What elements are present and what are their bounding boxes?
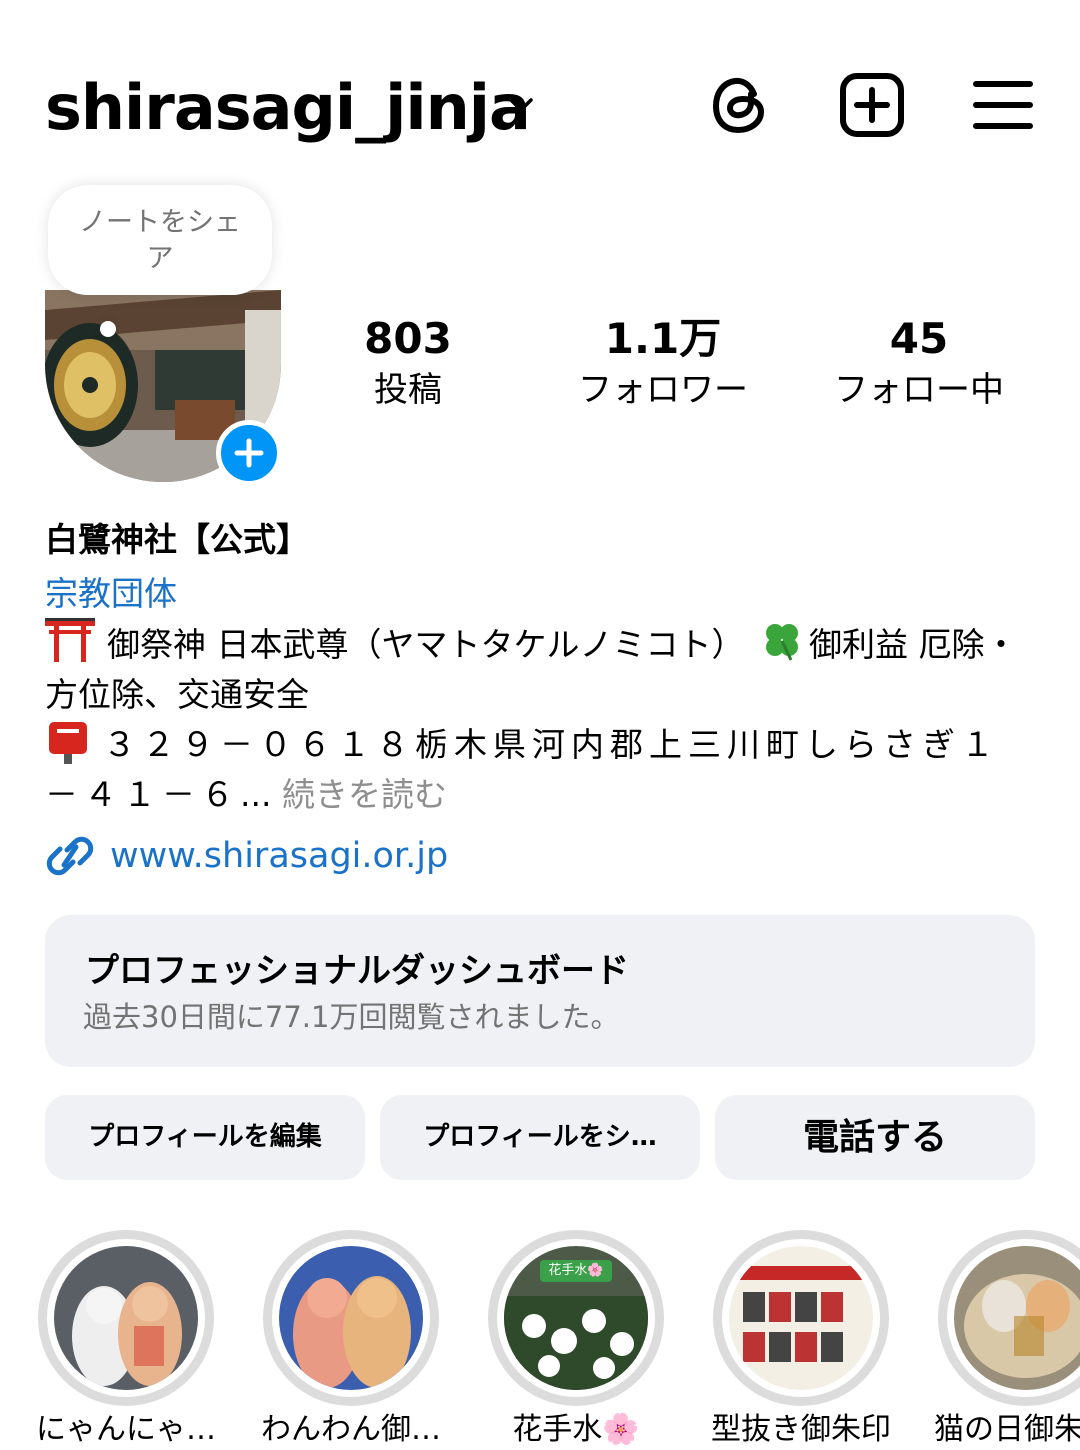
following-count[interactable]: 45 フォロー中: [809, 310, 1029, 412]
followers-label: フォロワー: [578, 370, 748, 410]
highlight-item[interactable]: [38, 1230, 214, 1406]
profile-username[interactable]: shirasagi_jinja: [45, 70, 531, 146]
highlight-cover: [279, 1246, 423, 1390]
posts-label: 投稿: [374, 370, 442, 410]
share-profile-button[interactable]: プロフィールをシ…: [380, 1095, 700, 1180]
read-more-link[interactable]: 続きを読む: [282, 775, 447, 814]
highlight-item[interactable]: [713, 1230, 889, 1406]
highlight-item[interactable]: [938, 1230, 1080, 1406]
dashboard-title: プロフェッショナルダッシュボード: [85, 951, 629, 991]
highlight-cover: [729, 1246, 873, 1390]
highlight-badge: 花手水🌸: [548, 1263, 604, 1278]
plus-icon: [234, 438, 264, 468]
dashboard-subtitle: 過去30日間に77.1万回閲覧されました。: [83, 1000, 620, 1034]
highlight-cover: [954, 1246, 1080, 1390]
link-icon: [46, 836, 94, 876]
highlight-label: 猫の日御朱: [934, 1412, 1080, 1447]
highlight-label: 花手水🌸: [512, 1412, 640, 1447]
bio-ellipsis: ...: [240, 775, 272, 814]
website-url[interactable]: www.shirasagi.or.jp: [110, 828, 448, 884]
highlight-item[interactable]: 花手水🌸: [488, 1230, 664, 1406]
create-post-icon[interactable]: [839, 72, 905, 138]
menu-icon[interactable]: [970, 72, 1036, 138]
highlight-cover: [54, 1246, 198, 1390]
posts-count[interactable]: 803 投稿: [298, 310, 518, 412]
threads-icon[interactable]: [707, 72, 773, 138]
chevron-down-icon[interactable]: [506, 90, 536, 120]
highlight-cover: 花手水🌸: [504, 1246, 648, 1390]
display-name: 白鷺神社【公式】: [45, 520, 309, 559]
bio-text-1: 御祭神 日本武尊（ヤマトタケルノミコト）: [107, 625, 745, 664]
postbox-icon: [45, 720, 91, 764]
bio-address: ３２９－０６１８栃木県河内郡上三川町しらさぎ１－４１－６: [45, 725, 1000, 814]
highlight-item[interactable]: [263, 1230, 439, 1406]
call-button[interactable]: 電話する: [715, 1095, 1035, 1180]
note-bubble[interactable]: ノートをシェア: [48, 185, 272, 295]
highlight-label: 型抜き御朱印: [711, 1412, 891, 1447]
following-label: フォロー中: [834, 370, 1004, 410]
followers-count[interactable]: 1.1万 フォロワー: [553, 310, 773, 412]
profile-category[interactable]: 宗教団体: [45, 570, 177, 618]
clover-icon: [761, 620, 803, 662]
professional-dashboard-card[interactable]: プロフェッショナルダッシュボード 過去30日間に77.1万回閲覧されました。: [45, 915, 1035, 1067]
highlight-label: にゃんにゃ…: [36, 1412, 216, 1447]
following-value: 45: [889, 314, 949, 363]
note-bubble-tail: [100, 321, 116, 337]
edit-profile-button[interactable]: プロフィールを編集: [45, 1095, 365, 1180]
profile-bio[interactable]: 御祭神 日本武尊（ヤマトタケルノミコト） 御利益 厄除・方位除、交通安全 ３２９…: [45, 618, 1035, 820]
followers-value: 1.1万: [604, 314, 722, 363]
posts-value: 803: [364, 314, 452, 363]
torii-icon: [45, 618, 95, 662]
add-story-button[interactable]: [216, 420, 282, 486]
highlight-label: わんわん御…: [261, 1412, 441, 1447]
